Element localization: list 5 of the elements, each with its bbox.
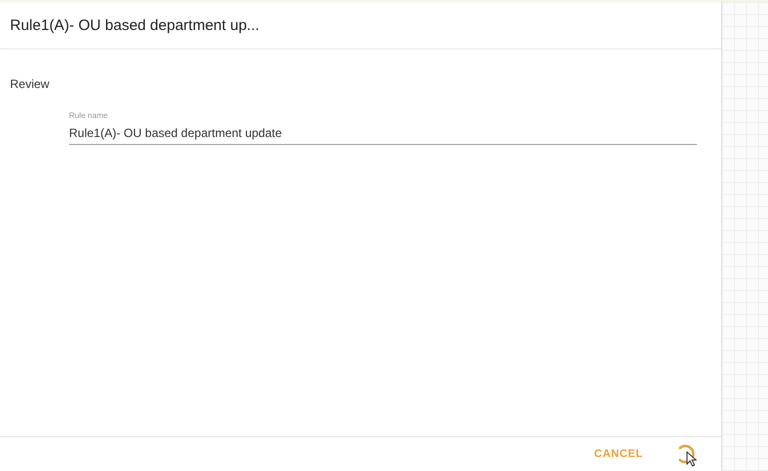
dialog-title: Rule1(A)- OU based department up... [10,16,260,34]
input-field[interactable]: Rule1(A)- OU based department update [69,123,697,145]
cursor-icon [686,451,697,467]
section-heading: Review [10,77,50,91]
field-label: Rule name [69,111,108,120]
